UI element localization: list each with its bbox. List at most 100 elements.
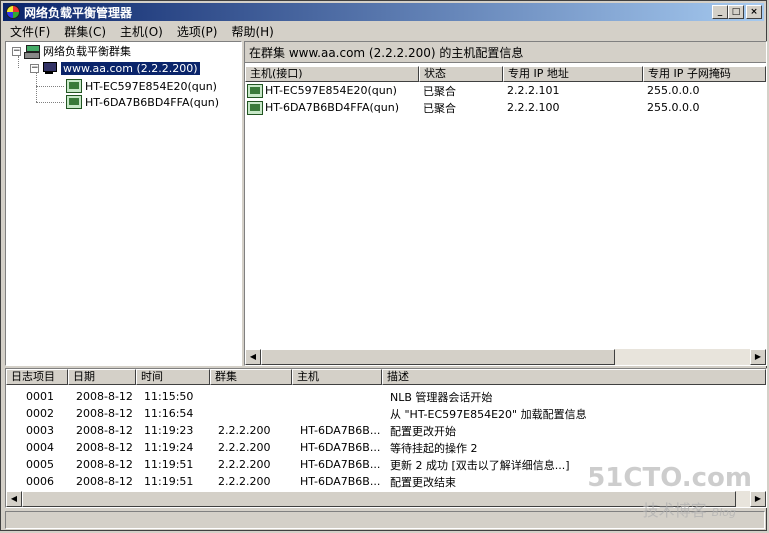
- app-icon: [6, 5, 20, 19]
- main-window: 网络负载平衡管理器 _ □ × 文件(F) 群集(C) 主机(O) 选项(P) …: [0, 0, 767, 531]
- menu-cluster[interactable]: 群集(C): [57, 23, 113, 40]
- host-cell: HT-6DA7B6B...: [300, 441, 381, 454]
- scroll-left-button[interactable]: ◀: [6, 491, 22, 507]
- table-row[interactable]: HT-6DA7B6BD4FFA(qun) 已聚合 2.2.2.100 255.0…: [245, 99, 766, 116]
- date-cell: 2008-8-12: [76, 407, 133, 420]
- host-name: HT-6DA7B6BD4FFA(qun): [265, 101, 399, 114]
- host-cell: HT-6DA7B6B...: [300, 458, 381, 471]
- col-cluster[interactable]: 群集: [210, 369, 292, 385]
- menu-file[interactable]: 文件(F): [3, 23, 57, 40]
- description-cell: 从 "HT-EC597E854E20" 加载配置信息: [390, 407, 587, 421]
- col-status[interactable]: 状态: [419, 66, 503, 82]
- scroll-track[interactable]: [22, 491, 750, 507]
- subnet-cell: 255.0.0.0: [647, 84, 700, 97]
- close-button[interactable]: ×: [746, 5, 762, 19]
- col-host-interface[interactable]: 主机(接口): [245, 66, 419, 82]
- description-cell: 等待挂起的操作 2: [390, 441, 478, 455]
- tree-connector: [36, 72, 37, 102]
- description-cell: NLB 管理器会话开始: [390, 390, 493, 404]
- cluster-cell: 2.2.2.200: [218, 441, 271, 454]
- scroll-right-button[interactable]: ▶: [750, 349, 766, 365]
- tree-connector: [36, 102, 64, 103]
- log-row[interactable]: 0002 2008-8-12 11:16:54 从 "HT-EC597E854E20"…: [6, 405, 766, 422]
- tree-connector: [36, 86, 64, 87]
- log-row[interactable]: 0004 2008-8-12 11:19:24 2.2.2.200 HT-6DA7B6B…: [6, 439, 766, 456]
- tree-item-host[interactable]: HT-EC597E854E20(qun): [66, 78, 217, 94]
- collapse-icon[interactable]: −: [30, 63, 39, 73]
- watermark-sub: 技术博客: [642, 501, 707, 520]
- ip-cell: 2.2.2.100: [507, 101, 560, 114]
- cluster-cell: 2.2.2.200: [218, 475, 271, 488]
- cluster-cell: 2.2.2.200: [218, 458, 271, 471]
- log-table-header: 日志项目 日期 时间 群集 主机 描述: [6, 369, 766, 385]
- minimize-button[interactable]: _: [712, 5, 728, 19]
- description-cell: 配置更改开始: [390, 424, 456, 438]
- host-cell: HT-EC597E854E20(qun): [245, 83, 419, 98]
- table-row[interactable]: HT-EC597E854E20(qun) 已聚合 2.2.2.101 255.0…: [245, 82, 766, 99]
- log-entry-cell: 0003: [26, 424, 54, 437]
- collapse-icon[interactable]: −: [12, 46, 21, 56]
- watermark-subtitle: 技术博客 Blog: [643, 497, 736, 521]
- scroll-right-button[interactable]: ▶: [750, 491, 766, 507]
- host-cell: HT-6DA7B6BD4FFA(qun): [245, 100, 419, 115]
- scroll-track[interactable]: [261, 349, 750, 365]
- time-cell: 11:19:51: [144, 475, 194, 488]
- menu-host[interactable]: 主机(O): [113, 23, 170, 40]
- date-cell: 2008-8-12: [76, 390, 133, 403]
- cluster-server-icon: [42, 61, 58, 75]
- tree-item-host[interactable]: HT-6DA7B6BD4FFA(qun): [66, 94, 219, 110]
- menu-help[interactable]: 帮助(H): [224, 23, 280, 40]
- date-cell: 2008-8-12: [76, 458, 133, 471]
- maximize-button[interactable]: □: [728, 5, 744, 19]
- host-icon: [66, 79, 82, 93]
- host-table-header: 主机(接口) 状态 专用 IP 地址 专用 IP 子网掩码: [245, 66, 766, 82]
- col-time[interactable]: 时间: [136, 369, 210, 385]
- host-icon: [247, 83, 263, 98]
- ip-cell: 2.2.2.101: [507, 84, 560, 97]
- tree-host-label: HT-EC597E854E20(qun): [85, 79, 217, 93]
- menu-options[interactable]: 选项(P): [170, 23, 225, 40]
- window-title: 网络负载平衡管理器: [24, 5, 133, 20]
- col-log-entry[interactable]: 日志项目: [6, 369, 68, 385]
- log-entry-cell: 0002: [26, 407, 54, 420]
- time-cell: 11:15:50: [144, 390, 194, 403]
- log-row[interactable]: 0003 2008-8-12 11:19:23 2.2.2.200 HT-6DA7B6B…: [6, 422, 766, 439]
- horizontal-scrollbar[interactable]: ◀ ▶: [245, 349, 766, 365]
- title-bar[interactable]: 网络负载平衡管理器 _ □ ×: [3, 3, 764, 21]
- col-date[interactable]: 日期: [68, 369, 136, 385]
- watermark-logo: 51CTO.com: [587, 463, 752, 493]
- tree-host-label: HT-6DA7B6BD4FFA(qun): [85, 95, 219, 109]
- scroll-thumb[interactable]: [22, 491, 736, 507]
- time-cell: 11:19:51: [144, 458, 194, 471]
- tree-item-root[interactable]: − 网络负载平衡群集: [12, 43, 131, 59]
- scroll-left-button[interactable]: ◀: [245, 349, 261, 365]
- menu-bar: 文件(F) 群集(C) 主机(O) 选项(P) 帮助(H): [3, 22, 764, 40]
- host-cell: HT-6DA7B6B...: [300, 424, 381, 437]
- status-cell: 已聚合: [423, 84, 456, 98]
- tree-cluster-label: www.aa.com (2.2.2.200): [61, 61, 200, 75]
- host-icon: [247, 100, 263, 115]
- log-entry-cell: 0004: [26, 441, 54, 454]
- scroll-thumb[interactable]: [261, 349, 615, 365]
- log-row[interactable]: 0001 2008-8-12 11:15:50 NLB 管理器会话开始: [6, 388, 766, 405]
- log-entry-cell: 0005: [26, 458, 54, 471]
- window-controls: _ □ ×: [712, 5, 762, 19]
- host-icon: [66, 95, 82, 109]
- col-host[interactable]: 主机: [292, 369, 382, 385]
- log-entry-cell: 0006: [26, 475, 54, 488]
- col-dedicated-subnet[interactable]: 专用 IP 子网掩码: [643, 66, 766, 82]
- cluster-group-icon: [24, 44, 40, 59]
- cluster-cell: 2.2.2.200: [218, 424, 271, 437]
- time-cell: 11:19:24: [144, 441, 194, 454]
- date-cell: 2008-8-12: [76, 424, 133, 437]
- col-dedicated-ip[interactable]: 专用 IP 地址: [503, 66, 643, 82]
- time-cell: 11:16:54: [144, 407, 194, 420]
- col-description[interactable]: 描述: [382, 369, 766, 385]
- tree-root-label: 网络负载平衡群集: [43, 45, 131, 58]
- subnet-cell: 255.0.0.0: [647, 101, 700, 114]
- date-cell: 2008-8-12: [76, 475, 133, 488]
- cluster-tree[interactable]: − 网络负载平衡群集 − www.aa.com (2.2.2.200) HT-E…: [5, 41, 242, 366]
- time-cell: 11:19:23: [144, 424, 194, 437]
- tree-item-cluster[interactable]: − www.aa.com (2.2.2.200): [30, 60, 200, 76]
- date-cell: 2008-8-12: [76, 441, 133, 454]
